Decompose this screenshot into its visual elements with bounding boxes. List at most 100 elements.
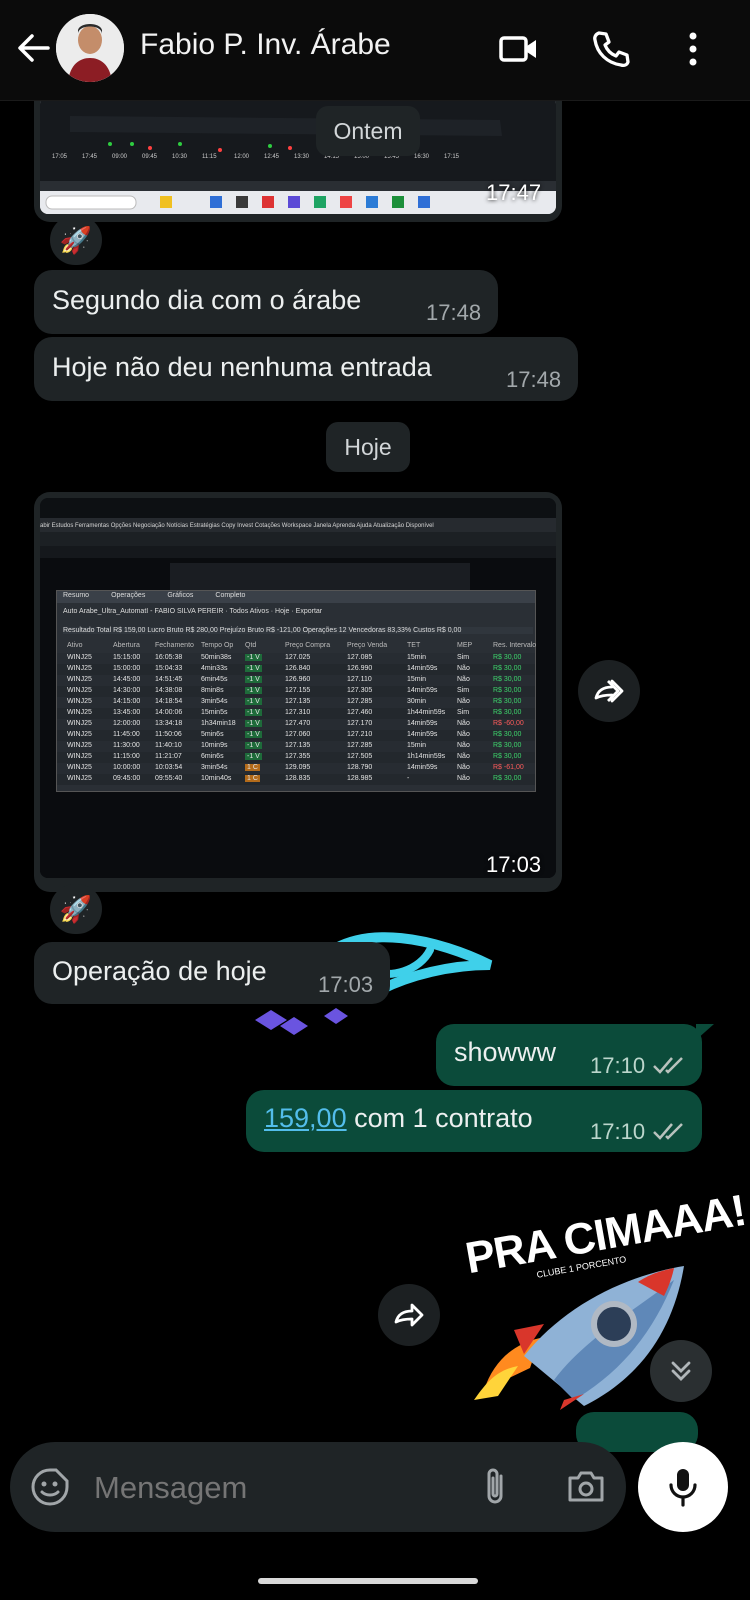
image-message[interactable]: 17:05 17:45 09:00 09:45 10:30 11:15 12:00 12:45… bbox=[34, 96, 562, 222]
table-cell: 14:15:00 bbox=[113, 698, 141, 705]
reaction-badge[interactable]: 🚀 bbox=[50, 884, 102, 934]
table-cell: Sim bbox=[457, 654, 470, 661]
table-row: WINJ25 15:15:00 16:05:38 50min38s -1 V 127.02… bbox=[57, 653, 535, 664]
table-cell: -1 V bbox=[245, 654, 262, 661]
table-tab: Operações bbox=[111, 592, 146, 599]
table-cell: WINJ25 bbox=[67, 775, 92, 782]
camera-icon[interactable] bbox=[564, 1466, 608, 1508]
table-cell: 09:45:00 bbox=[113, 775, 141, 782]
image-thumbnail: 17:05 17:45 09:00 09:45 10:30 11:15 12:00 12:45… bbox=[40, 96, 556, 214]
table-row: WINJ25 11:30:00 11:40:10 10min9s -1 V 127.135… bbox=[57, 741, 535, 752]
table-cell: R$ 30,00 bbox=[493, 775, 522, 782]
date-divider: Ontem bbox=[316, 106, 420, 156]
table-cell: Não bbox=[457, 720, 470, 727]
table-cell: 14:18:54 bbox=[155, 698, 183, 705]
reaction-badge[interactable]: 🚀 bbox=[50, 215, 102, 265]
microphone-button[interactable] bbox=[638, 1442, 728, 1532]
table-row: WINJ25 10:00:00 10:03:54 3min54s 1 C 129.095 1… bbox=[57, 763, 535, 774]
rocket-icon: 🚀 bbox=[59, 224, 93, 255]
table-cell: 11:21:07 bbox=[155, 753, 182, 760]
table-cell: 127.110 bbox=[347, 676, 372, 683]
table-tab: Completo bbox=[215, 592, 246, 599]
table-cell: 10min9s bbox=[201, 742, 228, 749]
incoming-message[interactable]: Segundo dia com o árabe 17:48 bbox=[34, 270, 498, 334]
table-cell: 15min bbox=[407, 654, 427, 661]
avatar[interactable] bbox=[56, 14, 124, 82]
table-cell: 127.135 bbox=[285, 742, 311, 749]
table-cell: 09:55:40 bbox=[155, 775, 183, 782]
table-cell: 127.460 bbox=[347, 709, 373, 716]
forward-icon bbox=[594, 679, 624, 703]
forward-button[interactable] bbox=[378, 1284, 440, 1346]
svg-text:12:45: 12:45 bbox=[264, 154, 280, 160]
operations-table: Resumo Operações Gráficos Completo Auto Ara… bbox=[56, 590, 536, 792]
table-cell: 128.835 bbox=[285, 775, 311, 782]
outgoing-message[interactable]: showww 17:10 bbox=[436, 1024, 702, 1086]
forward-button[interactable] bbox=[578, 660, 640, 722]
phone-icon[interactable] bbox=[588, 26, 634, 72]
chevrons-down-icon bbox=[671, 1361, 691, 1381]
message-input-bar bbox=[10, 1442, 626, 1532]
table-cell: 16:05:38 bbox=[155, 654, 183, 661]
table-cell: 127.505 bbox=[347, 753, 373, 760]
outgoing-message[interactable]: 159,00 com 1 contrato 17:10 bbox=[246, 1090, 702, 1152]
column-header: Qtd bbox=[245, 642, 257, 649]
table-cell: -1 V bbox=[245, 742, 262, 749]
table-cell: Não bbox=[457, 742, 470, 749]
svg-text:17:45: 17:45 bbox=[82, 154, 98, 160]
table-cell: WINJ25 bbox=[67, 720, 92, 727]
table-cell: 14:45:00 bbox=[113, 676, 141, 683]
table-cell: 1 C bbox=[245, 764, 260, 771]
column-header: Tempo Op bbox=[201, 642, 234, 649]
table-cell: -1 V bbox=[245, 665, 262, 672]
table-cell: 14:51:45 bbox=[155, 676, 183, 683]
table-cell: 14min59s bbox=[407, 720, 438, 727]
table-cell: Não bbox=[457, 775, 470, 782]
value-link[interactable]: 159,00 bbox=[264, 1103, 347, 1133]
arrow-left-icon[interactable] bbox=[14, 28, 54, 68]
incoming-message[interactable]: Operação de hoje 17:03 bbox=[34, 942, 390, 1004]
table-header: Ativo Abertura Fechamento Tempo Op Qtd Preço … bbox=[57, 641, 536, 652]
table-cell: 11:40:10 bbox=[155, 742, 182, 749]
filter-bar: Auto Arabe_Ultra_AutomatI - FABIO SILVA … bbox=[63, 608, 323, 615]
message-time: 17:48 bbox=[506, 367, 562, 392]
message-time: 17:48 bbox=[426, 300, 482, 325]
table-cell: 15:15:00 bbox=[113, 654, 141, 661]
table-cell: 1h14min59s bbox=[407, 753, 446, 760]
table-cell: 15:00:00 bbox=[113, 665, 141, 672]
video-call-icon[interactable] bbox=[496, 26, 542, 72]
message-time: 17:03 bbox=[318, 972, 374, 997]
table-cell: Não bbox=[457, 731, 470, 738]
table-cell: 14min59s bbox=[407, 731, 438, 738]
svg-text:09:45: 09:45 bbox=[142, 154, 158, 160]
column-header: TET bbox=[407, 642, 421, 649]
double-check-icon bbox=[653, 1057, 683, 1074]
table-cell: R$ 30,00 bbox=[493, 731, 522, 738]
column-header: Preço Compra bbox=[285, 642, 331, 649]
table-cell: Não bbox=[457, 665, 470, 672]
table-cell: Não bbox=[457, 676, 470, 683]
scroll-to-bottom-button[interactable] bbox=[650, 1340, 712, 1402]
more-vertical-icon[interactable] bbox=[670, 26, 716, 72]
table-cell: 10:03:54 bbox=[155, 764, 183, 771]
svg-text:13:30: 13:30 bbox=[294, 154, 310, 160]
paperclip-icon[interactable] bbox=[476, 1466, 516, 1508]
message-text: Operação de hoje bbox=[52, 956, 267, 986]
table-cell: -1 V bbox=[245, 731, 262, 738]
svg-text:12:00: 12:00 bbox=[234, 154, 250, 160]
message-input[interactable] bbox=[92, 1469, 456, 1507]
table-cell: 15min5s bbox=[201, 709, 228, 716]
table-cell: 127.285 bbox=[347, 742, 373, 749]
table-cell: R$ -60,00 bbox=[493, 720, 524, 727]
contact-name[interactable]: Fabio P. Inv. Árabe bbox=[140, 28, 391, 62]
table-cell: 3min54s bbox=[201, 698, 228, 705]
table-cell: WINJ25 bbox=[67, 676, 92, 683]
incoming-message[interactable]: Hoje não deu nenhuma entrada 17:48 bbox=[34, 337, 578, 401]
table-cell: 14:38:08 bbox=[155, 687, 183, 694]
sticker-smile-icon[interactable] bbox=[30, 1467, 70, 1507]
message-text: com 1 contrato bbox=[346, 1103, 533, 1133]
table-row: WINJ25 11:15:00 11:21:07 6min6s -1 V 127.355 1… bbox=[57, 752, 535, 763]
table-cell: 14min59s bbox=[407, 764, 438, 771]
table-cell: 14min59s bbox=[407, 687, 438, 694]
message-text: Segundo dia com o árabe bbox=[52, 285, 362, 315]
